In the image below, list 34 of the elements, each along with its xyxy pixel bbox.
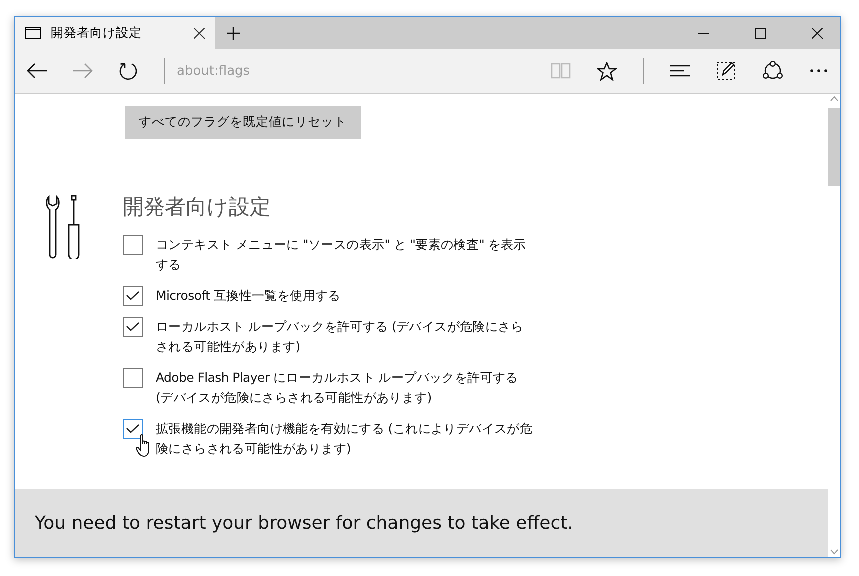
new-tab-icon[interactable] — [227, 26, 240, 40]
check-icon — [126, 424, 140, 434]
star-icon[interactable] — [597, 62, 617, 80]
option-label: Microsoft 互換性一覧を使用する — [156, 287, 342, 305]
checkbox[interactable] — [123, 317, 143, 337]
refresh-icon[interactable] — [119, 62, 138, 80]
option-label: ローカルホスト ループバックを許可する (デバイスが危険にさらされる可能性があります) — [156, 318, 525, 356]
more-icon[interactable] — [810, 69, 828, 73]
reset-flags-button[interactable]: すべてのフラグを既定値にリセット — [125, 106, 361, 139]
option-label: 拡張機能の開発者向け機能を有効にする (これによりデバイスが危険にさらされる可能性があります) — [156, 420, 534, 458]
restart-notice: You need to restart your browser for changes to take effect. — [35, 512, 574, 534]
web-note-icon[interactable] — [716, 61, 736, 81]
maximize-icon[interactable] — [755, 28, 766, 38]
section-title: 開発者向け設定 — [123, 194, 272, 221]
share-icon[interactable] — [762, 61, 784, 81]
checkbox[interactable] — [123, 286, 143, 306]
close-icon[interactable] — [812, 28, 823, 38]
option-label: コンテキスト メニューに "ソースの表示" と "要素の検査" を表示する — [156, 236, 528, 274]
scroll-down-icon[interactable] — [830, 549, 838, 555]
hub-icon[interactable] — [670, 64, 690, 78]
checkbox[interactable] — [123, 419, 143, 439]
tab-page-icon — [25, 27, 41, 39]
close-tab-icon[interactable] — [194, 28, 205, 38]
check-icon — [126, 291, 140, 301]
checkbox[interactable] — [123, 235, 143, 255]
tab-title: 開発者向け設定 — [51, 24, 143, 42]
checkbox[interactable] — [123, 368, 143, 388]
browser-tab[interactable]: 開発者向け設定 — [15, 17, 215, 49]
scroll-up-icon[interactable] — [830, 96, 838, 102]
option-label: Adobe Flash Player にローカルホスト ループバックを許可する (デバイスが危険にさらされる可能性があります) — [156, 369, 520, 407]
forward-arrow-icon[interactable] — [73, 63, 93, 79]
check-icon — [126, 322, 140, 332]
back-arrow-icon[interactable] — [27, 63, 47, 79]
scroll-thumb[interactable] — [828, 108, 840, 186]
